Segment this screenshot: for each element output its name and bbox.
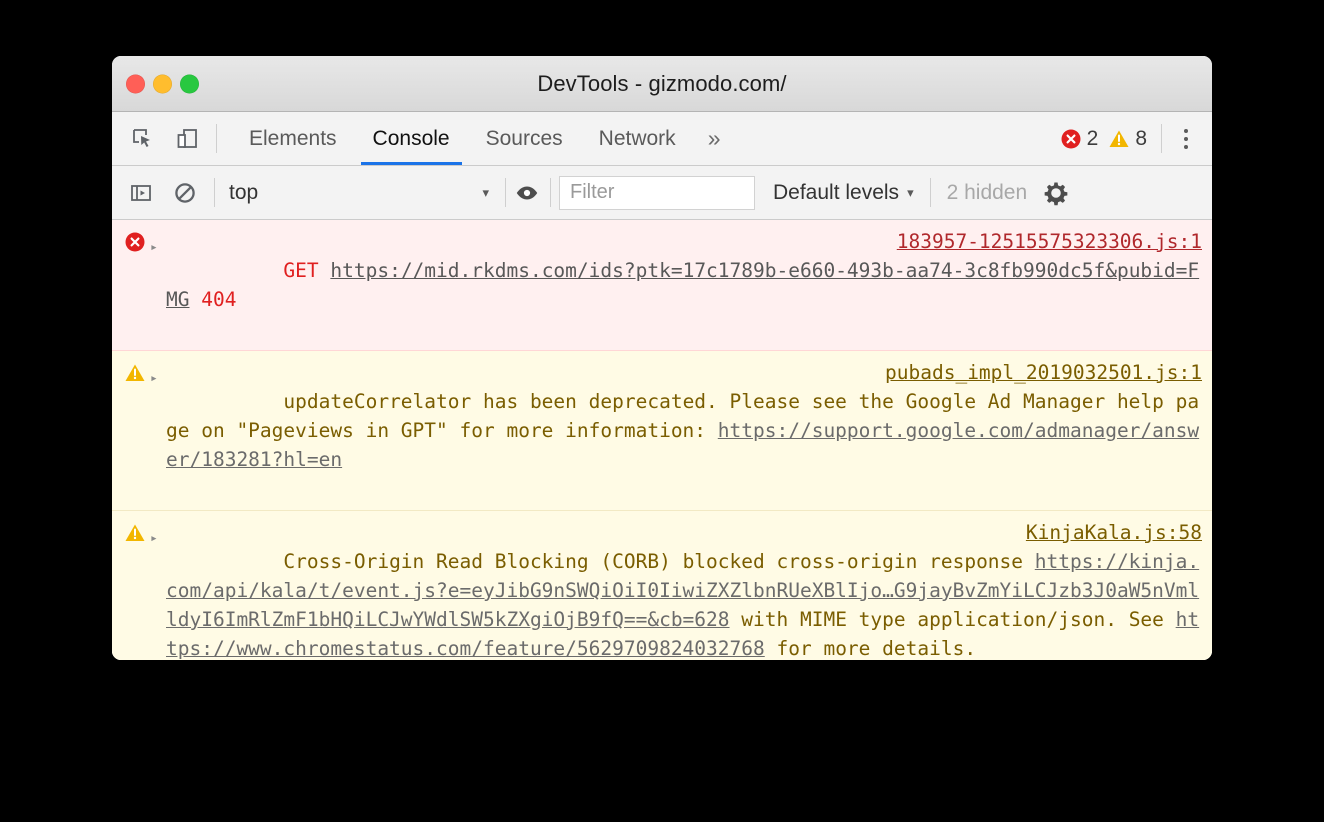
tabbar-tool-icons <box>112 112 202 165</box>
console-toolbar-divider-3 <box>550 178 551 207</box>
zoom-window-button[interactable] <box>180 74 199 93</box>
tab-network[interactable]: Network <box>581 112 694 165</box>
settings-gear-icon[interactable] <box>1041 178 1071 208</box>
source-link[interactable]: pubads_impl_2019032501.js:1 <box>885 358 1202 387</box>
warning-count-value: 8 <box>1135 126 1147 150</box>
console-toolbar-divider-1 <box>214 178 215 207</box>
console-toolbar: top ▾ Filter Default levels ▾ 2 hidden <box>112 166 1212 220</box>
clear-console-icon[interactable] <box>170 178 200 208</box>
message-part-status: 404 <box>189 288 237 311</box>
console-toolbar-divider-2 <box>505 178 506 207</box>
message-part-text: Cross-Origin Read Blocking (CORB) blocke… <box>283 550 1035 573</box>
chevron-down-icon: ▾ <box>907 184 914 200</box>
message-part-method: GET <box>283 259 331 282</box>
error-count-badge[interactable]: 2 <box>1060 126 1099 151</box>
expand-arrow-icon[interactable]: ▸ <box>150 358 166 503</box>
console-message-error[interactable]: ▸ 183957-12515575323306.js:1 GET https:/… <box>112 220 1212 351</box>
error-count-value: 2 <box>1086 126 1099 150</box>
expand-arrow-icon[interactable]: ▸ <box>150 518 166 660</box>
log-levels-selector[interactable]: Default levels ▾ <box>773 181 914 205</box>
tab-console[interactable]: Console <box>355 112 468 165</box>
execution-context-value: top <box>229 180 259 204</box>
log-levels-label: Default levels <box>773 180 900 204</box>
console-message-warning[interactable]: ▸ pubads_impl_2019032501.js:1 updateCorr… <box>112 351 1212 511</box>
more-tabs-chevron-icon[interactable]: » <box>694 112 735 165</box>
status-divider <box>1161 124 1162 153</box>
message-text: pubads_impl_2019032501.js:1 updateCorrel… <box>166 358 1202 503</box>
minimize-window-button[interactable] <box>153 74 172 93</box>
devtools-tabbar: Elements Console Sources Network » 2 8 <box>112 112 1212 166</box>
inspect-element-icon[interactable] <box>128 124 158 154</box>
console-message-list[interactable]: ▸ 183957-12515575323306.js:1 GET https:/… <box>112 220 1212 660</box>
kebab-menu-icon[interactable] <box>1172 124 1200 154</box>
live-expression-eye-icon[interactable] <box>512 178 542 208</box>
window-title: DevTools - gizmodo.com/ <box>537 70 787 96</box>
tabbar-status-area: 2 8 <box>1060 112 1212 165</box>
console-message-warning[interactable]: ▸ KinjaKala.js:58 Cross-Origin Read Bloc… <box>112 511 1212 660</box>
message-part-mime: with MIME type application/json. See <box>729 608 1176 631</box>
devtools-window: DevTools - gizmodo.com/ Elements Console… <box>112 56 1212 660</box>
hidden-messages-label[interactable]: 2 hidden <box>947 181 1028 205</box>
source-link[interactable]: KinjaKala.js:58 <box>1026 518 1202 547</box>
warning-count-badge[interactable]: 8 <box>1108 127 1147 151</box>
window-titlebar: DevTools - gizmodo.com/ <box>112 56 1212 112</box>
tabbar-divider <box>216 124 217 153</box>
message-text: 183957-12515575323306.js:1 GET https://m… <box>166 227 1202 343</box>
warning-triangle-icon <box>124 518 150 660</box>
filter-input[interactable]: Filter <box>559 175 755 210</box>
warning-triangle-icon <box>1109 130 1129 147</box>
message-part-tail: for more details. <box>764 637 977 660</box>
traffic-lights <box>126 74 199 93</box>
chevron-down-icon: ▾ <box>482 184 489 200</box>
execution-context-selector[interactable]: top ▾ <box>229 181 499 205</box>
close-window-button[interactable] <box>126 74 145 93</box>
warning-triangle-icon <box>124 358 150 503</box>
show-console-sidebar-icon[interactable] <box>126 178 156 208</box>
source-link[interactable]: 183957-12515575323306.js:1 <box>897 227 1202 256</box>
tab-elements[interactable]: Elements <box>231 112 355 165</box>
message-text: KinjaKala.js:58 Cross-Origin Read Blocki… <box>166 518 1202 660</box>
tab-sources[interactable]: Sources <box>468 112 581 165</box>
error-circle-icon <box>1061 129 1081 148</box>
expand-arrow-icon[interactable]: ▸ <box>150 227 166 343</box>
error-circle-icon <box>124 227 150 343</box>
device-toolbar-icon[interactable] <box>172 124 202 154</box>
devtools-tabs: Elements Console Sources Network » <box>231 112 734 165</box>
console-toolbar-divider-4 <box>929 178 931 207</box>
